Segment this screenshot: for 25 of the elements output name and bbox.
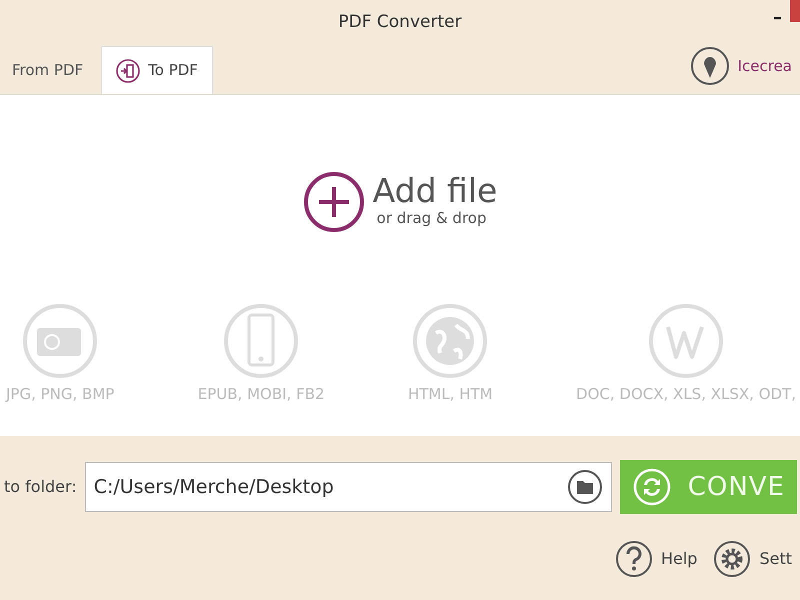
footer-link[interactable]: Help bbox=[614, 540, 698, 578]
document-icon bbox=[116, 58, 140, 82]
add-file-button[interactable]: Add file bbox=[372, 174, 498, 208]
add-icon[interactable] bbox=[302, 171, 365, 233]
folder-label: to folder: bbox=[3, 476, 77, 498]
tab[interactable]: To PDF bbox=[101, 46, 213, 94]
minimize-button[interactable]: – bbox=[773, 4, 782, 31]
format-label: JPG, PNG, BMP bbox=[6, 384, 114, 405]
tab[interactable]: From PDF bbox=[0, 46, 96, 94]
settings-icon bbox=[713, 540, 752, 578]
help-icon bbox=[614, 540, 653, 578]
format-label: HTML, HTM bbox=[408, 384, 493, 405]
footer-link[interactable]: Sett bbox=[713, 540, 792, 578]
format-label: DOC, DOCX, XLS, XLSX, ODT, bbox=[576, 384, 796, 405]
phone-icon bbox=[223, 303, 300, 379]
window-title: PDF Converter bbox=[338, 11, 462, 34]
format-label: EPUB, MOBI, FB2 bbox=[198, 384, 325, 405]
folder-path-field[interactable]: C:/Users/Merche/Desktop bbox=[84, 462, 612, 512]
globe-icon bbox=[412, 303, 488, 379]
folder-icon[interactable] bbox=[566, 469, 603, 505]
refresh-icon bbox=[632, 467, 672, 507]
drag-drop-hint: or drag & drop bbox=[376, 208, 486, 230]
camera-icon bbox=[22, 303, 98, 379]
brand-link[interactable]: Icecrea bbox=[738, 54, 792, 78]
letter-w-icon bbox=[648, 303, 724, 379]
